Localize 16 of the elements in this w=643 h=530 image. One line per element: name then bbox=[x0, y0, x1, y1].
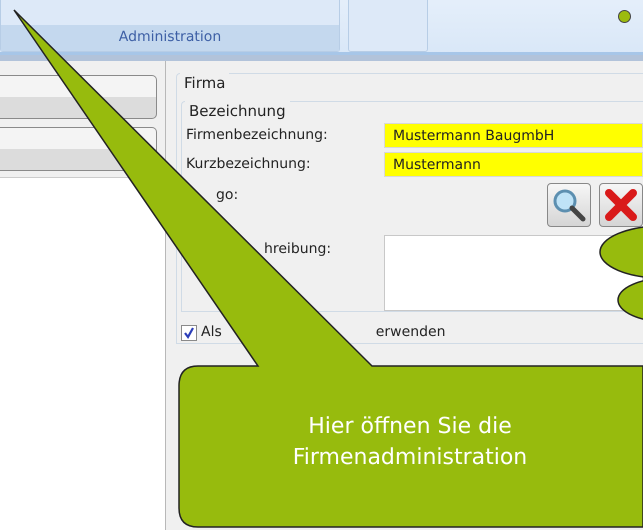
input-field[interactable]: Mustermann BaugmbH bbox=[384, 123, 643, 148]
search-icon bbox=[552, 188, 586, 222]
field-label: hreibung: bbox=[263, 240, 332, 259]
checkbox-label: Als bbox=[201, 323, 222, 342]
field-label: Firmenbezeichnung: bbox=[186, 126, 329, 145]
close-icon bbox=[604, 188, 638, 222]
field-label: Kurzbezeichnung: bbox=[186, 155, 312, 174]
input-field[interactable]: Mustermann bbox=[384, 152, 643, 177]
checkbox[interactable] bbox=[181, 324, 197, 340]
delete-button[interactable] bbox=[599, 183, 643, 227]
search-button[interactable] bbox=[547, 183, 591, 227]
section-title: Bezeichnung bbox=[185, 100, 290, 122]
callout-text: Hier öffnen Sie die Firmenadministration bbox=[292, 413, 528, 472]
field-label: go: bbox=[215, 186, 240, 205]
checkbox-label: erwenden bbox=[376, 323, 446, 342]
group-label: Administration bbox=[1, 25, 339, 51]
